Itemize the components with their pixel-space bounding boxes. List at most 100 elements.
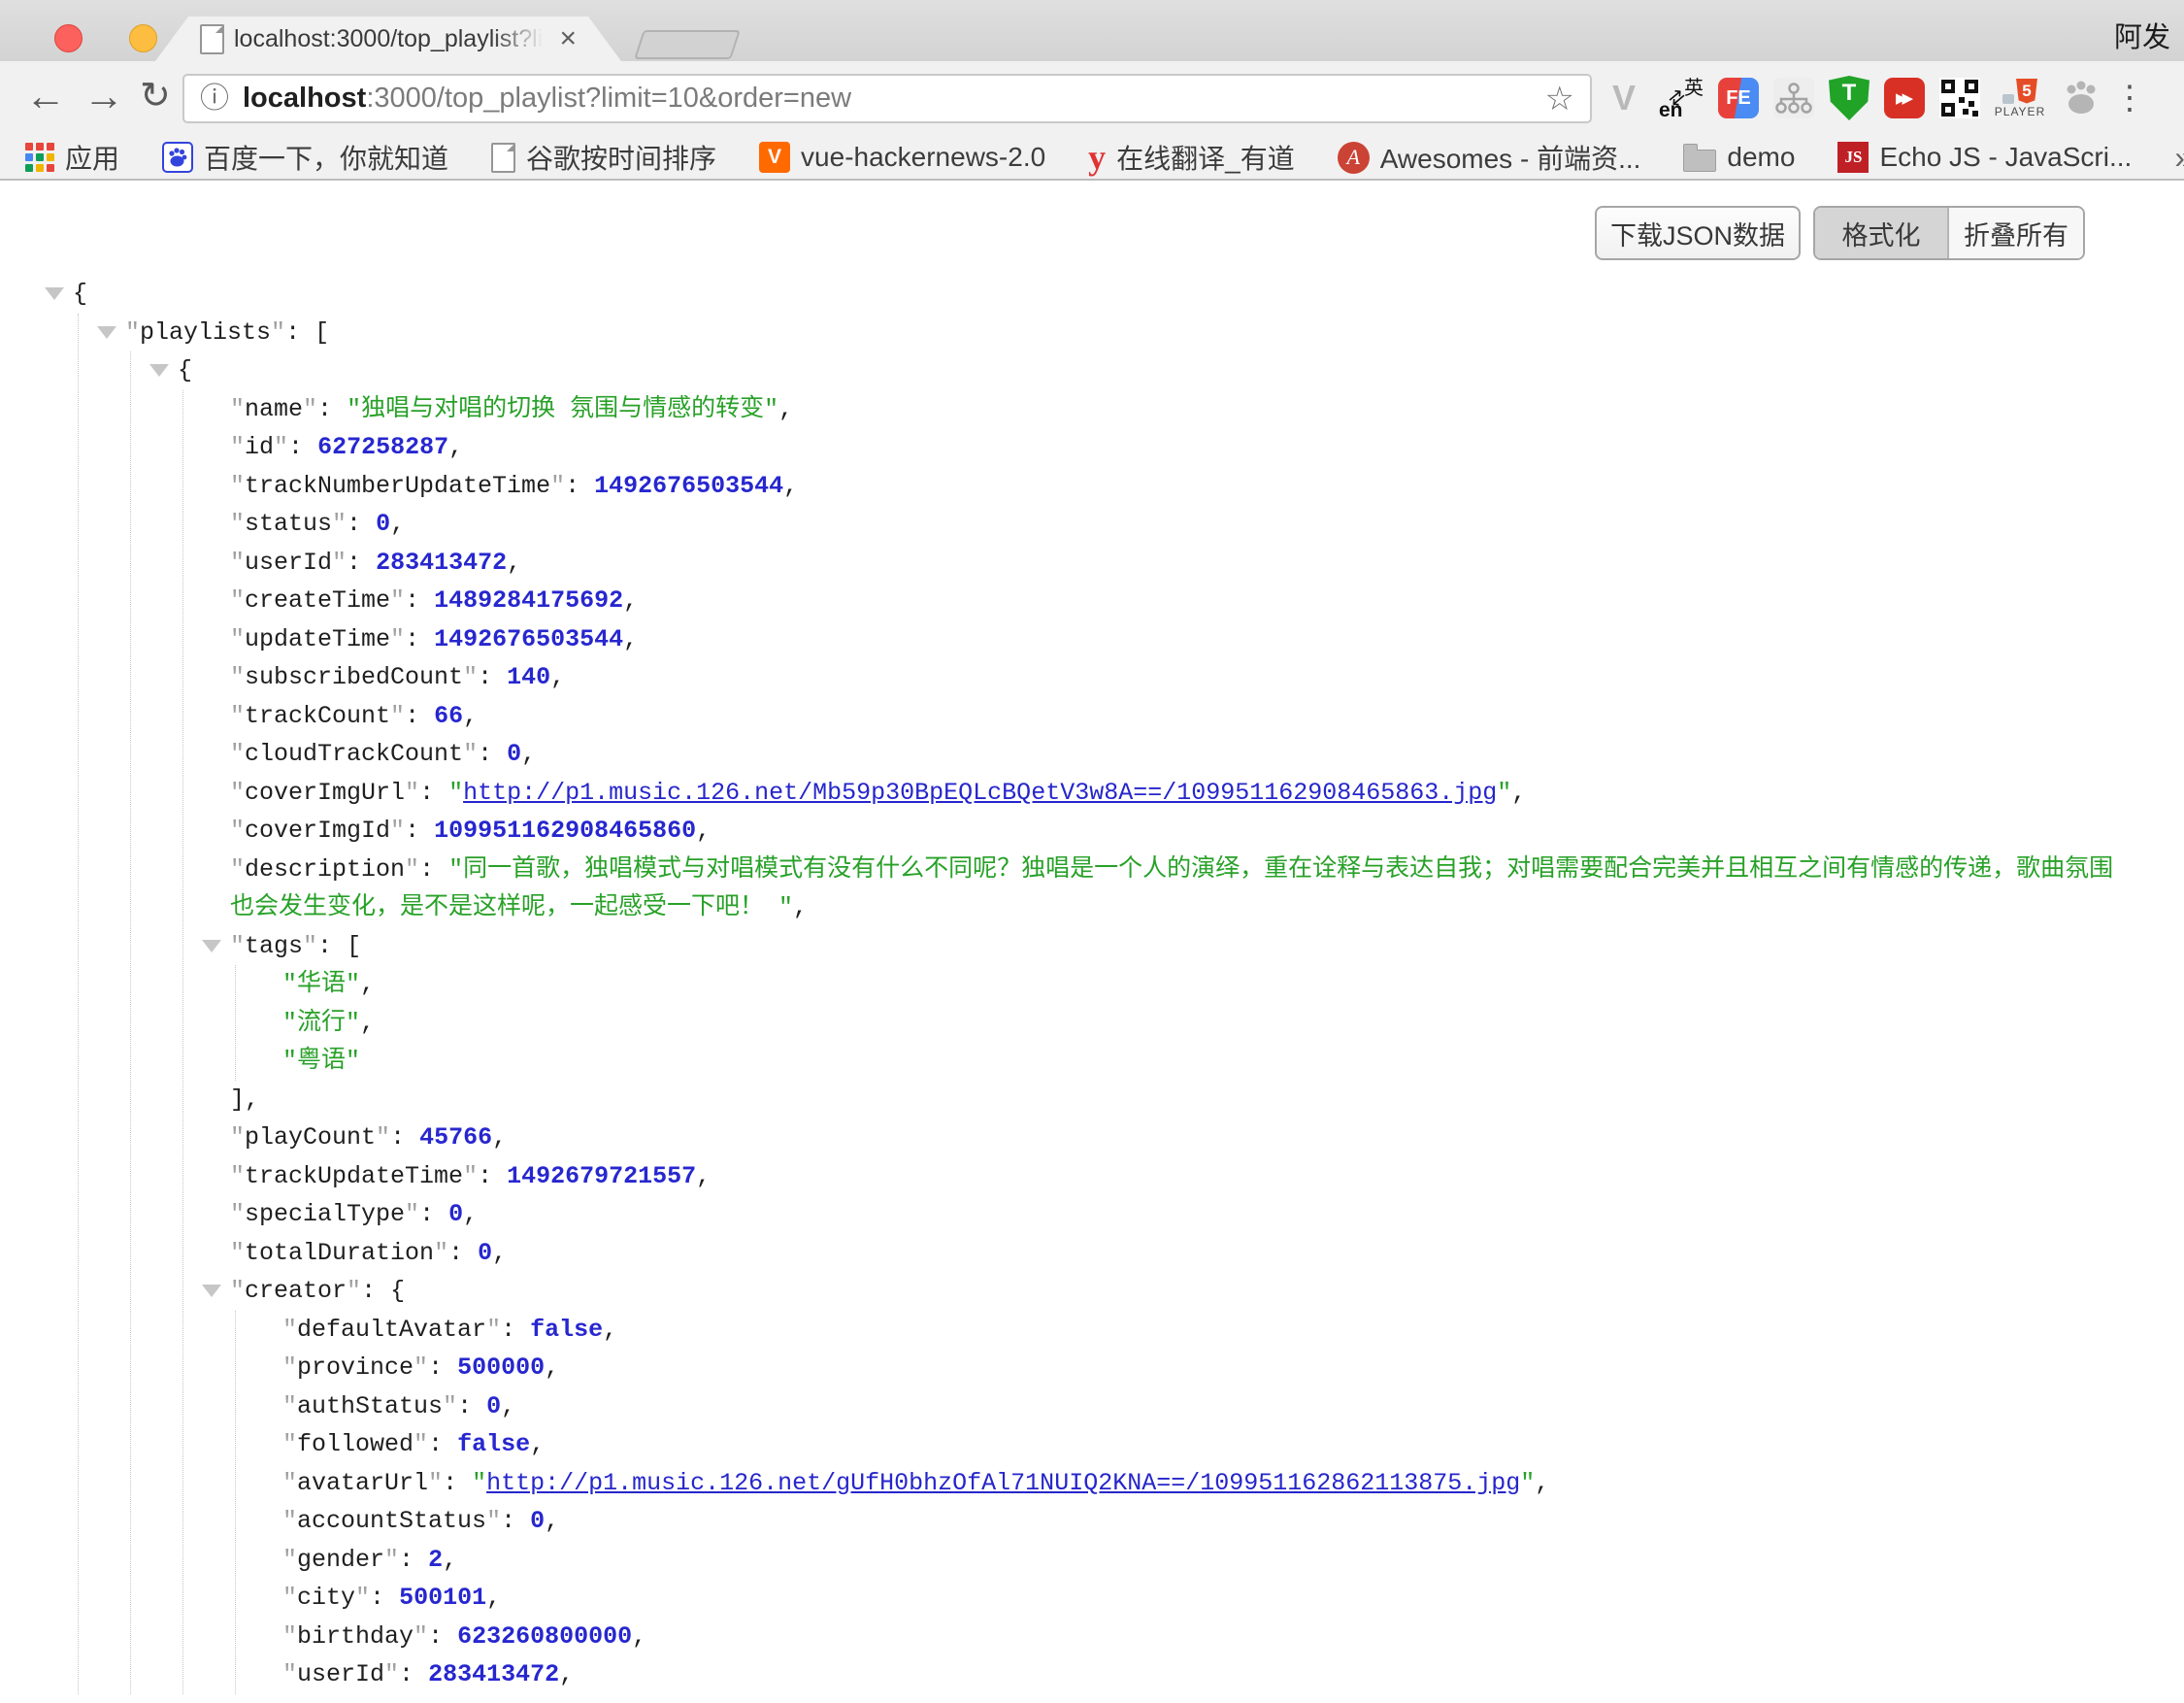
json-row-authStatus: "authStatus": 0, [282, 1387, 2134, 1426]
collapse-triangle-icon[interactable] [149, 364, 169, 377]
json-comma: , [507, 549, 521, 577]
json-punct: : [405, 625, 434, 653]
json-number-value: 140 [507, 663, 550, 691]
collapse-triangle-icon[interactable] [45, 287, 64, 300]
json-row-status: "status": 0, [230, 505, 2134, 544]
bookmark-awesomes[interactable]: A Awesomes - 前端资... [1338, 138, 1641, 177]
browser-tab[interactable]: localhost:3000/top_playlist?lim × [155, 17, 621, 61]
json-row-defaultAvatar: "defaultAvatar": false, [282, 1311, 2134, 1350]
json-row-userId: "userId": 283413472, [230, 544, 2134, 583]
json-row-trackNumberUpdateTime: "trackNumberUpdateTime": 1492676503544, [230, 467, 2134, 506]
bookmark-apps[interactable]: 应用 [25, 138, 119, 177]
json-comma: , [521, 740, 536, 768]
json-comma: , [550, 663, 565, 691]
fe-extension-icon[interactable]: FE [1718, 78, 1759, 118]
download-json-button[interactable]: 下载JSON数据 [1595, 206, 1801, 260]
json-row-coverImgUrl: "coverImgUrl": "http://p1.music.126.net/… [230, 774, 2134, 813]
json-string-value: "独唱与对唱的切换 氛围与情感的转变" [347, 395, 778, 423]
json-comma: , [390, 510, 405, 538]
json-key: updateTime [245, 625, 390, 653]
toolbar: ← → ↻ ⓘ localhost:3000/top_playlist?limi… [0, 61, 2184, 136]
bookmark-echojs[interactable]: JS Echo JS - JavaScri... [1837, 142, 2132, 173]
json-key: coverImgUrl [245, 779, 405, 807]
json-punct: : [419, 779, 448, 807]
json-key: totalDuration [245, 1239, 434, 1267]
json-comma: , [443, 1546, 457, 1574]
json-link[interactable]: http://p1.music.126.net/Mb59p30BpEQLcBQe… [463, 779, 1497, 807]
bookmark-youdao[interactable]: y 在线翻译_有道 [1088, 138, 1295, 177]
json-string-value: "流行" [282, 1009, 360, 1037]
json-block: {"name": "独唱与对唱的切换 氛围与情感的转变","id": 62725… [130, 351, 2134, 1694]
json-comma: , [1511, 779, 1526, 807]
json-key: avatarUrl [297, 1469, 428, 1497]
json-row-creator: "creator": { [230, 1272, 2134, 1311]
address-bar[interactable]: ⓘ localhost:3000/top_playlist?limit=10&o… [182, 74, 1592, 123]
bookmark-google-sort[interactable]: 谷歌按时间排序 [491, 138, 716, 177]
window-minimize-button[interactable] [129, 24, 157, 52]
json-comma: , [603, 1316, 617, 1344]
json-key: city [297, 1584, 355, 1612]
json-comma: , [545, 1353, 559, 1382]
page-content: 下载JSON数据 格式化 折叠所有 {"playlists": [{"name"… [0, 181, 2184, 1703]
json-quote: " [390, 586, 405, 615]
json-key: trackCount [245, 702, 390, 730]
json-quote: " [230, 510, 245, 538]
json-row-coverImgId: "coverImgId": 109951162908465860, [230, 812, 2134, 851]
json-quote: " [303, 932, 317, 960]
json-row: "流行", [282, 1004, 2134, 1043]
reload-icon[interactable]: ↻ [140, 67, 171, 125]
json-quote: " [347, 1277, 361, 1305]
json-key: gender [297, 1546, 384, 1574]
json-punct: : [428, 1430, 457, 1458]
html5-player-icon[interactable]: 5 PLAYER [1995, 79, 2045, 118]
json-number-value: 1492676503544 [594, 472, 783, 500]
bookmark-vue-hackernews[interactable]: V vue-hackernews-2.0 [759, 142, 1045, 173]
collapse-triangle-icon[interactable] [97, 326, 116, 339]
bookmark-baidu[interactable]: 百度一下，你就知道 [162, 138, 448, 177]
collapse-triangle-icon[interactable] [202, 1285, 221, 1297]
tab-strip: localhost:3000/top_playlist?lim × 阿发 [0, 0, 2184, 61]
json-quote-green: " [1497, 779, 1511, 807]
collapse-all-button[interactable]: 折叠所有 [1949, 208, 2083, 258]
chrome-menu-icon[interactable]: ⋮ [2117, 79, 2142, 117]
json-quote: " [282, 1546, 297, 1574]
bookmarks-overflow-chevron-icon[interactable]: » [2174, 140, 2184, 176]
json-quote: " [230, 433, 245, 461]
json-key: authStatus [297, 1392, 443, 1420]
json-punct: : [405, 586, 434, 615]
json-row-gender: "gender": 2, [282, 1541, 2134, 1580]
format-button[interactable]: 格式化 [1815, 208, 1949, 258]
forward-icon[interactable]: → [83, 67, 124, 125]
json-quote: " [282, 1430, 297, 1458]
translate-icon[interactable]: 英 ⇄ en [1659, 76, 1704, 120]
json-key: followed [297, 1430, 414, 1458]
json-link[interactable]: http://p1.music.126.net/gUfH0bhzOfAl71NU… [486, 1469, 1520, 1497]
tampermonkey-shield-icon[interactable]: T [1829, 76, 1870, 120]
back-icon[interactable]: ← [25, 67, 66, 125]
json-key: accountStatus [297, 1507, 486, 1535]
json-punct: : [501, 1507, 530, 1535]
page-info-icon[interactable]: ⓘ [200, 84, 229, 114]
json-quote: " [230, 586, 245, 615]
json-string-value: "华语" [282, 970, 360, 998]
new-tab-button[interactable] [634, 30, 741, 59]
vue-devtools-icon[interactable]: V [1604, 78, 1644, 118]
qr-code-icon[interactable] [1939, 78, 1980, 118]
json-block: "defaultAvatar": false,"province": 50000… [235, 1311, 2134, 1694]
json-row-playCount: "playCount": 45766, [230, 1119, 2134, 1157]
sitemap-icon[interactable] [1773, 78, 1814, 118]
bookmark-star-icon[interactable]: ☆ [1545, 83, 1574, 116]
json-quote: " [230, 625, 245, 653]
paw-icon[interactable] [2060, 78, 2102, 118]
profile-name[interactable]: 阿发 [2114, 15, 2170, 55]
window-close-button[interactable] [54, 24, 83, 52]
collapse-triangle-icon[interactable] [202, 940, 221, 952]
json-punct: : [443, 1469, 472, 1497]
bookmark-demo-folder[interactable]: demo [1683, 142, 1795, 173]
video-fastforward-icon[interactable]: ▶▶ [1884, 78, 1925, 118]
json-quote: " [463, 1162, 478, 1190]
tab-close-icon[interactable]: × [559, 24, 577, 53]
json-number-value: 627258287 [317, 433, 448, 461]
folder-icon [1683, 150, 1716, 172]
url-text[interactable]: localhost:3000/top_playlist?limit=10&ord… [243, 83, 1532, 115]
